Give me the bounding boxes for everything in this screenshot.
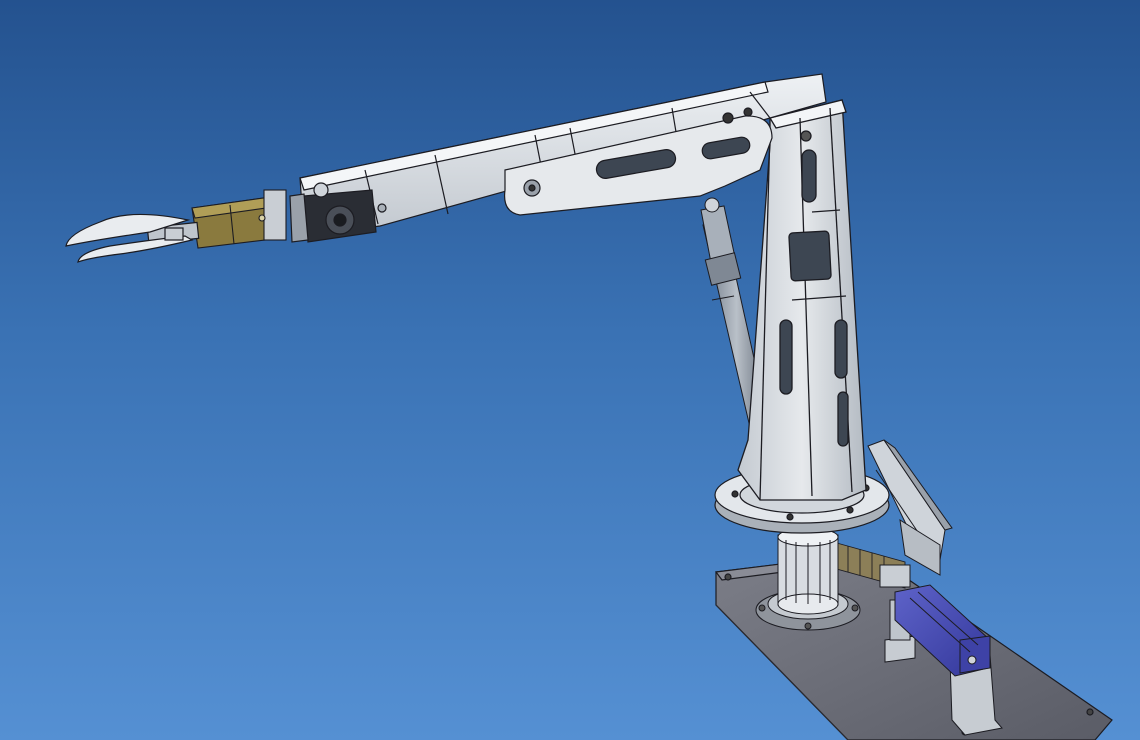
cad-3d-viewport[interactable] xyxy=(0,0,1140,740)
robot-arm-model[interactable] xyxy=(0,0,1140,740)
gripper-actuator[interactable] xyxy=(191,189,287,249)
gripper-jaws[interactable] xyxy=(65,213,200,263)
upper-arm[interactable] xyxy=(299,73,827,237)
